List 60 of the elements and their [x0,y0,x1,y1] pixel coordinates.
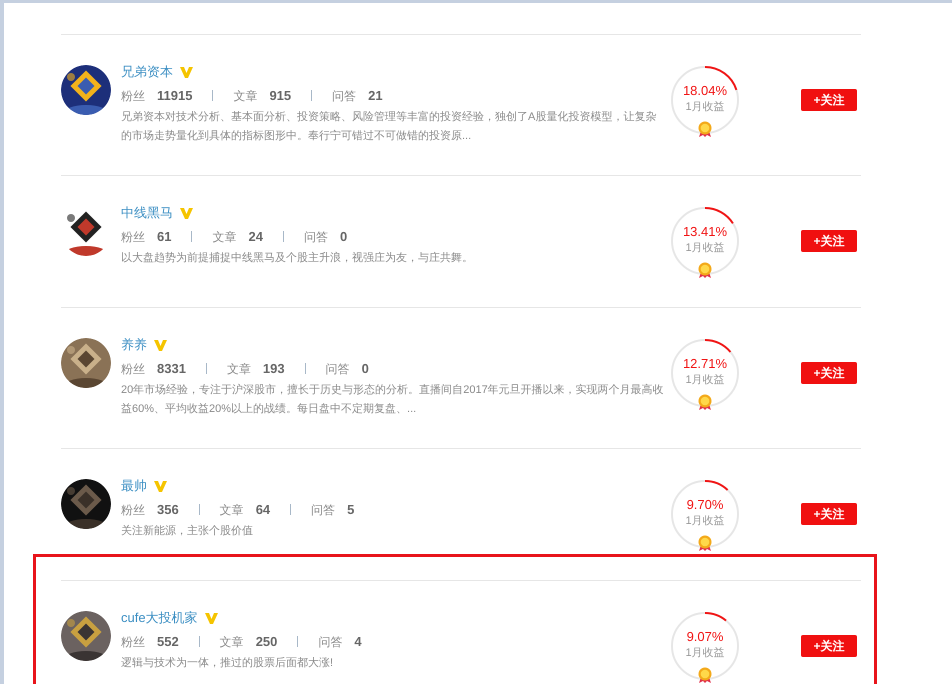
stat-value: 11915 [157,88,192,104]
user-description: 逻辑与技术为一体，推过的股票后面都大涨! [121,656,334,671]
stat-value: 61 [157,228,172,244]
return-value: 9.07% [686,629,724,645]
stat-label: 问答 [318,634,342,650]
stat-value: 915 [269,88,292,104]
stat-label: 文章 [212,228,236,244]
stat-value: 64 [256,502,270,518]
stat-value: 4 [354,634,362,650]
stat-value: 0 [340,228,348,244]
user-description: 兄弟资本对技术分析、基本面分析、投资策略、风险管理等丰富的投资经验，独创了A股量化投资模型，让复杂的市场走势量化到具体的指标图形中。奉行宁可错过不可做错的投资原... [121,110,658,144]
stat-label: 文章 [220,502,244,518]
follow-button[interactable]: +关注 [801,230,857,252]
return-value: 12.71% [682,356,728,372]
user-name-link[interactable]: 最帅 [121,477,147,495]
follow-button[interactable]: +关注 [801,635,857,657]
stat-value: 193 [262,360,285,376]
return-label: 1月收益 [685,100,725,115]
user-name-link[interactable]: 中线黑马 [121,204,173,222]
follow-button[interactable]: +关注 [801,503,857,525]
medal-icon [698,394,712,410]
return-label: 1月收益 [685,514,725,529]
return-label: 1月收益 [685,646,725,661]
stat-label: 粉丝 [121,228,145,244]
stat-label: 问答 [332,88,356,104]
return-value: 9.70% [686,497,724,513]
stat-value: 24 [248,228,263,244]
return-value: 13.41% [682,224,728,240]
stat-label: 粉丝 [121,502,145,518]
stat-value: 0 [362,360,369,376]
return-value: 18.04% [682,83,728,99]
stat-value: 5 [347,502,354,518]
stat-label: 粉丝 [121,360,145,376]
medal-icon [698,262,712,278]
user-description: 关注新能源，主张个股价值 [121,524,254,539]
user-description: 20年市场经验，专注于沪深股市，擅长于历史与形态的分析。直播间自2017年元旦开播以来，实现两个月最高收益60%、平均收益20%以上的战绩。每日盘中不定期复盘、... [121,382,665,417]
stat-label: 粉丝 [121,88,145,104]
stat-label: 文章 [233,88,258,104]
stat-label: 问答 [326,360,350,376]
stat-value: 552 [157,634,179,650]
medal-icon [698,535,712,551]
stat-label: 文章 [220,634,244,650]
stat-value: 8331 [157,360,186,376]
user-description: 以大盘趋势为前提捕捉中线黑马及个股主升浪，视强庄为友，与庄共舞。 [121,250,474,266]
stat-value: 21 [368,88,383,104]
follow-button[interactable]: +关注 [801,362,857,384]
stat-value: 356 [157,502,179,518]
stat-value: 250 [256,634,278,650]
stat-label: 文章 [226,360,251,376]
medal-icon [698,121,712,137]
stat-label: 粉丝 [121,634,145,650]
user-name-link[interactable]: 兄弟资本 [121,63,173,81]
stat-label: 问答 [304,228,328,244]
user-name-link[interactable]: 养养 [121,336,147,354]
return-label: 1月收益 [685,373,725,388]
user-name-link[interactable]: cufe大投机家 [121,609,198,627]
medal-icon [698,667,712,683]
return-label: 1月收益 [685,241,725,256]
stat-label: 问答 [311,502,336,518]
follow-button[interactable]: +关注 [801,89,857,111]
